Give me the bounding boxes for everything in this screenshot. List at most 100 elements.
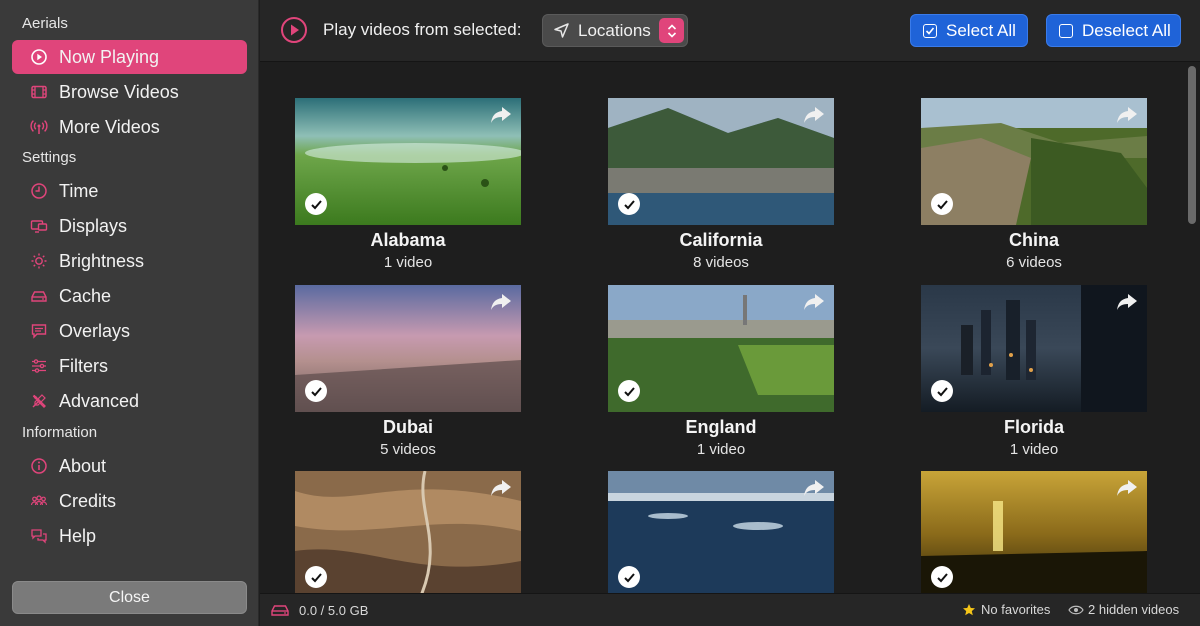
share-icon[interactable] bbox=[802, 477, 826, 499]
checkmark-icon[interactable] bbox=[305, 566, 327, 588]
sidebar-item-advanced[interactable]: Advanced bbox=[12, 384, 247, 418]
thumbnail-image bbox=[295, 285, 521, 412]
info-icon bbox=[30, 457, 48, 475]
select-all-button[interactable]: Select All bbox=[910, 14, 1028, 47]
location-card-california[interactable]: California 8 videos bbox=[608, 98, 834, 271]
location-card[interactable] bbox=[921, 471, 1147, 593]
checkmark-icon[interactable] bbox=[618, 193, 640, 215]
checkmark-icon[interactable] bbox=[618, 380, 640, 402]
thumbnail[interactable] bbox=[608, 285, 834, 412]
checkmark-icon[interactable] bbox=[931, 193, 953, 215]
sidebar-item-label: Credits bbox=[59, 490, 117, 511]
sidebar-item-label: Now Playing bbox=[59, 46, 160, 67]
location-card-dubai[interactable]: Dubai 5 videos bbox=[295, 285, 521, 458]
checkmark-icon[interactable] bbox=[931, 380, 953, 402]
sidebar-item-label: Browse Videos bbox=[59, 81, 179, 102]
sidebar-item-label: Filters bbox=[59, 355, 108, 376]
sidebar-item-now-playing[interactable]: Now Playing bbox=[12, 40, 247, 74]
share-icon[interactable] bbox=[802, 104, 826, 126]
source-select-value: Locations bbox=[578, 20, 651, 40]
location-card-alabama[interactable]: Alabama 1 video bbox=[295, 98, 521, 271]
sidebar-item-label: Advanced bbox=[59, 390, 140, 411]
share-icon[interactable] bbox=[489, 104, 513, 126]
location-name: China bbox=[1008, 230, 1059, 250]
toolbar: Play videos from selected: Locations Sel… bbox=[260, 0, 1200, 62]
thumbnail-image bbox=[608, 471, 834, 593]
select-all-label: Select All bbox=[946, 20, 1016, 40]
share-icon[interactable] bbox=[489, 477, 513, 499]
sidebar-item-help[interactable]: Help bbox=[12, 519, 247, 553]
location-name: Dubai bbox=[382, 417, 433, 437]
thumbnail[interactable] bbox=[295, 98, 521, 225]
video-count: 1 video bbox=[1009, 441, 1059, 458]
source-select[interactable]: Locations bbox=[542, 14, 688, 47]
sliders-icon bbox=[30, 357, 48, 375]
section-title-information: Information bbox=[22, 424, 98, 441]
checkmark-icon[interactable] bbox=[305, 193, 327, 215]
sidebar-item-credits[interactable]: Credits bbox=[12, 484, 247, 518]
thumbnail-image bbox=[921, 285, 1147, 412]
location-card-england[interactable]: England 1 video bbox=[608, 285, 834, 458]
thumbnail-image bbox=[295, 471, 521, 593]
drive-icon bbox=[30, 287, 48, 305]
thumbnail[interactable] bbox=[921, 471, 1147, 593]
main-content: Play videos from selected: Locations Sel… bbox=[260, 0, 1200, 626]
sidebar-item-overlays[interactable]: Overlays bbox=[12, 314, 247, 348]
storage-indicator: 0.0 / 5.0 GB bbox=[270, 602, 368, 618]
vertical-scrollbar[interactable] bbox=[1188, 66, 1196, 224]
sidebar-item-more-videos[interactable]: More Videos bbox=[12, 110, 247, 144]
sidebar-item-label: More Videos bbox=[59, 116, 160, 137]
checkmark-icon[interactable] bbox=[931, 566, 953, 588]
drive-icon bbox=[271, 605, 289, 616]
thumbnail[interactable] bbox=[921, 285, 1147, 412]
favorites-text: No favorites bbox=[981, 602, 1051, 617]
thumbnail[interactable] bbox=[921, 98, 1147, 225]
film-icon bbox=[30, 83, 48, 101]
sidebar-item-label: Help bbox=[59, 525, 97, 546]
deselect-all-button[interactable]: Deselect All bbox=[1046, 14, 1181, 47]
location-card[interactable] bbox=[295, 471, 521, 593]
clock-icon bbox=[30, 182, 48, 200]
share-icon[interactable] bbox=[489, 291, 513, 313]
sidebar-item-label: Overlays bbox=[59, 320, 131, 341]
people-icon bbox=[30, 492, 48, 510]
checkmark-icon[interactable] bbox=[305, 380, 327, 402]
status-bar: 0.0 / 5.0 GB No favorites 2 hidden video… bbox=[260, 593, 1200, 626]
video-count: 1 video bbox=[696, 441, 746, 458]
location-card[interactable] bbox=[608, 471, 834, 593]
thumbnail-image bbox=[295, 98, 521, 225]
close-button[interactable]: Close bbox=[12, 581, 247, 614]
share-icon[interactable] bbox=[802, 291, 826, 313]
thumbnail[interactable] bbox=[608, 98, 834, 225]
sidebar-item-about[interactable]: About bbox=[12, 449, 247, 483]
thumbnail[interactable] bbox=[295, 471, 521, 593]
sidebar-item-cache[interactable]: Cache bbox=[12, 279, 247, 313]
sidebar-item-filters[interactable]: Filters bbox=[12, 349, 247, 383]
sidebar: Aerials Now Playing Browse Videos More V… bbox=[0, 0, 259, 626]
location-grid: Alabama 1 video California 8 videos Chin… bbox=[260, 63, 1200, 593]
sidebar-item-brightness[interactable]: Brightness bbox=[12, 244, 247, 278]
share-icon[interactable] bbox=[1115, 104, 1139, 126]
sidebar-item-label: Displays bbox=[59, 215, 128, 236]
sidebar-item-displays[interactable]: Displays bbox=[12, 209, 247, 243]
thumbnail[interactable] bbox=[295, 285, 521, 412]
location-card-china[interactable]: China 6 videos bbox=[921, 98, 1147, 271]
sun-icon bbox=[30, 252, 48, 270]
thumbnail[interactable] bbox=[608, 471, 834, 593]
hidden-indicator: 2 hidden videos bbox=[1068, 602, 1179, 617]
video-count: 1 video bbox=[383, 254, 433, 271]
share-icon[interactable] bbox=[1115, 291, 1139, 313]
thumbnail-image bbox=[608, 98, 834, 225]
sidebar-item-browse-videos[interactable]: Browse Videos bbox=[12, 75, 247, 109]
sidebar-item-time[interactable]: Time bbox=[12, 174, 247, 208]
location-card-florida[interactable]: Florida 1 video bbox=[921, 285, 1147, 458]
play-circle-icon bbox=[30, 48, 48, 66]
video-count: 5 videos bbox=[380, 441, 436, 458]
play-circle-icon[interactable] bbox=[280, 16, 308, 44]
sidebar-item-label: Cache bbox=[59, 285, 112, 306]
share-icon[interactable] bbox=[1115, 477, 1139, 499]
checkmark-icon[interactable] bbox=[618, 566, 640, 588]
favorites-indicator: No favorites bbox=[961, 602, 1050, 617]
sidebar-item-label: About bbox=[59, 455, 107, 476]
thumbnail-image bbox=[921, 471, 1147, 593]
